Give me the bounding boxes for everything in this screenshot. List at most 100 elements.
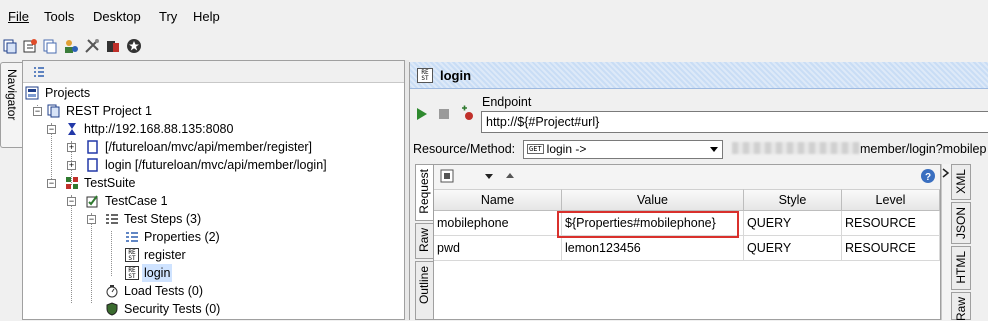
column-header-level[interactable]: Level (842, 189, 940, 211)
table-cell-name[interactable]: mobilephone (434, 211, 562, 236)
table-cell-style[interactable]: QUERY (744, 236, 842, 261)
tab-raw-response[interactable]: Raw (951, 292, 971, 321)
tree-item-service[interactable]: − http://192.168.88.135:8080 (23, 120, 323, 138)
teststeps-icon (106, 214, 118, 224)
tree-label: http://192.168.88.135:8080 (84, 122, 234, 136)
move-up-icon[interactable] (505, 171, 515, 181)
collapse-toggle[interactable]: − (67, 197, 76, 206)
tree-label: login [/futureloan/mvc/api/member/login] (105, 158, 327, 172)
tree-label-selected: login (142, 264, 173, 282)
add-parameter-icon[interactable] (440, 169, 454, 183)
tree-item-project[interactable]: − REST Project 1 (23, 102, 323, 120)
tree-label: Security Tests (0) (124, 302, 221, 316)
table-cell-level[interactable]: RESOURCE (842, 211, 940, 236)
stop-icon[interactable] (439, 109, 449, 119)
tree-item-step-properties[interactable]: Properties (2) (23, 228, 323, 246)
testsuite-icon (66, 177, 78, 189)
tree-item-step-login[interactable]: RE ST login (23, 264, 323, 282)
tree-item-step-register[interactable]: RE ST register (23, 246, 323, 264)
tab-navigator[interactable]: Navigator (0, 62, 22, 148)
service-endpoint-icon (68, 123, 76, 135)
run-icon[interactable] (416, 107, 428, 121)
tab-raw[interactable]: Raw (415, 223, 433, 259)
tab-xml[interactable]: XML (951, 164, 971, 200)
tab-label: Outline (417, 266, 431, 305)
resource-path-text: member/login?mobilep (860, 142, 987, 156)
request-editor: RE ST login Endpoint http://${#Project#ur… (409, 62, 988, 321)
vertical-scrollbar[interactable] (941, 164, 951, 320)
resource-method-label: Resource/Method: (413, 142, 516, 156)
collapse-toggle[interactable]: − (47, 125, 56, 134)
tab-label: Raw (954, 297, 968, 321)
resource-method-value: login -> (546, 142, 587, 156)
tree-label: TestCase 1 (105, 194, 168, 208)
column-header-name[interactable]: Name (434, 189, 562, 211)
request-parameters-panel: ? Name Value Style Level mobilephone ${P… (433, 164, 941, 320)
parameters-toolbar: ? (434, 165, 940, 189)
column-header-style[interactable]: Style (744, 189, 842, 211)
table-cell-style[interactable]: QUERY (744, 211, 842, 236)
tree-label: REST Project 1 (66, 104, 152, 118)
new-project-icon[interactable] (2, 38, 18, 54)
exit-icon[interactable] (126, 38, 142, 54)
tab-html[interactable]: HTML (951, 246, 971, 290)
resource-icon (87, 140, 98, 154)
import-project-icon[interactable] (22, 38, 38, 54)
tree-label: Projects (45, 86, 91, 100)
tab-label: Request (417, 169, 431, 214)
response-side-tabs: XML JSON HTML Raw (951, 164, 988, 321)
tree-item-loadtests[interactable]: Load Tests (0) (23, 282, 323, 300)
endpoint-input[interactable]: http://${#Project#url} (481, 111, 988, 133)
tree-item-testsuite[interactable]: − TestSuite (23, 174, 323, 192)
resource-path: member/login?mobilep (732, 142, 986, 156)
expand-toggle[interactable]: + (67, 143, 76, 152)
tab-request[interactable]: Request (415, 164, 433, 221)
table-cell-level[interactable]: RESOURCE (842, 236, 940, 261)
highlight-annotation (557, 211, 739, 238)
help-icon[interactable]: ? (920, 168, 936, 184)
rest-project-icon (47, 104, 60, 118)
editor-titlebar: RE ST login (410, 62, 988, 89)
menu-file[interactable]: File (8, 9, 29, 24)
column-header-value[interactable]: Value (562, 189, 744, 211)
tab-outline[interactable]: Outline (415, 261, 433, 320)
rest-request-icon: RE ST (125, 248, 139, 262)
menu-desktop[interactable]: Desktop (93, 9, 141, 24)
add-assertion-icon[interactable] (460, 104, 476, 122)
collapse-toggle[interactable]: − (47, 179, 56, 188)
preferences-icon[interactable] (63, 38, 79, 54)
expand-toggle[interactable]: + (67, 161, 76, 170)
tools-icon[interactable] (84, 38, 100, 54)
tree-item-resource-login[interactable]: + login [/futureloan/mvc/api/member/logi… (23, 156, 383, 174)
save-all-icon[interactable] (42, 38, 58, 54)
tab-label: JSON (954, 207, 968, 240)
menu-help[interactable]: Help (193, 9, 220, 24)
tree-item-securitytests[interactable]: Security Tests (0) (23, 300, 323, 318)
rest-request-icon: RE ST (125, 266, 139, 280)
tab-json[interactable]: JSON (951, 202, 971, 244)
properties-icon (126, 232, 138, 242)
tab-label: HTML (954, 251, 968, 284)
collapse-toggle[interactable]: − (33, 107, 42, 116)
tree-item-testcase[interactable]: − TestCase 1 (23, 192, 323, 210)
tab-navigator-label: Navigator (5, 69, 19, 121)
chevron-down-icon[interactable] (484, 173, 494, 181)
tree-label: Properties (2) (144, 230, 220, 244)
rest-request-icon: RE ST (417, 68, 433, 83)
table-cell-name[interactable]: pwd (434, 236, 562, 261)
svg-text:?: ? (925, 172, 931, 183)
tree-item-resource-register[interactable]: + [/futureloan/mvc/api/member/register] (23, 138, 363, 156)
collapse-toggle[interactable]: − (87, 215, 96, 224)
tree-label: register (144, 248, 186, 262)
tree-label: TestSuite (84, 176, 136, 190)
menu-try[interactable]: Try (159, 9, 177, 24)
menu-tools[interactable]: Tools (44, 9, 74, 24)
list-view-icon[interactable] (33, 66, 45, 78)
table-cell-value[interactable]: lemon123456 (562, 236, 744, 261)
tree-item-teststeps[interactable]: − Test Steps (3) (23, 210, 323, 228)
testcase-icon (86, 195, 98, 208)
chevron-right-icon[interactable] (941, 168, 951, 178)
resource-method-dropdown[interactable]: GET login -> (523, 140, 723, 159)
proxy-icon[interactable] (105, 38, 121, 54)
tab-label: Raw (417, 228, 431, 253)
